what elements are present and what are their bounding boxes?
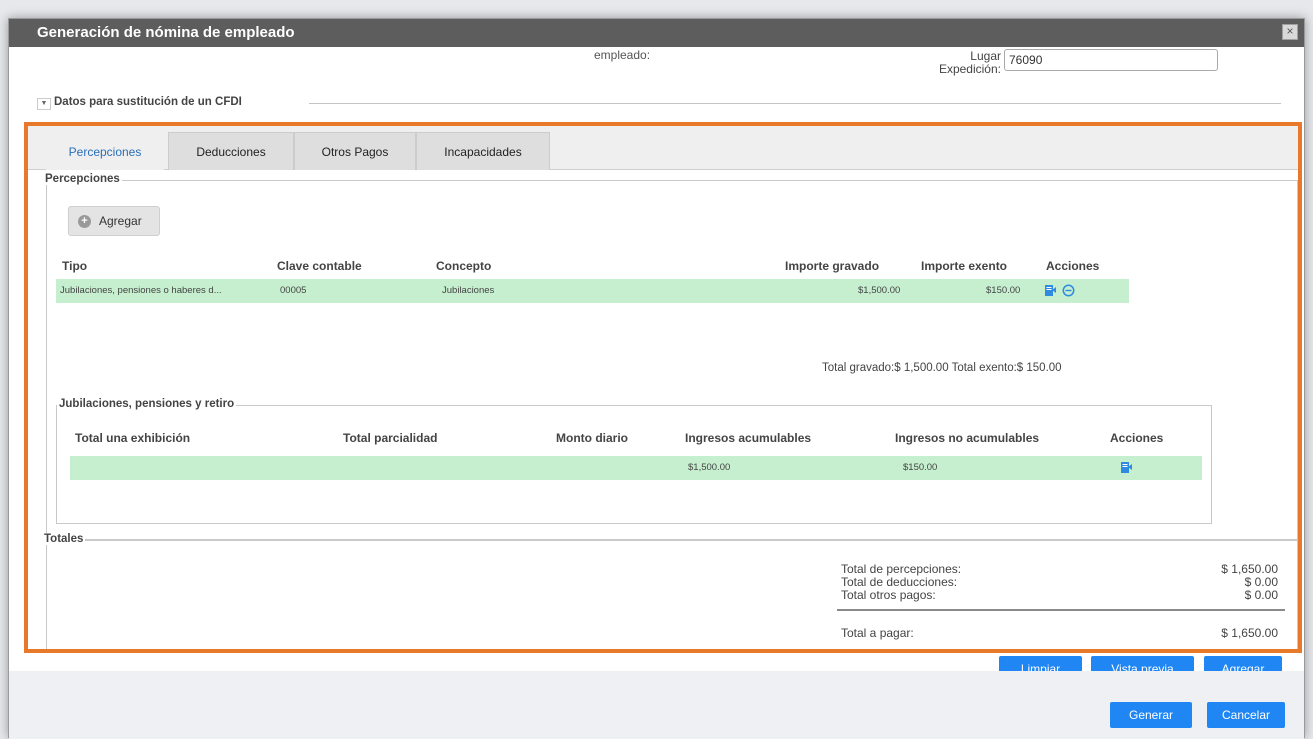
col-acciones: Acciones [1046,259,1100,273]
totals-separator [837,609,1285,611]
totales-fieldset [46,540,1298,649]
edit-icon[interactable] [1044,284,1057,297]
lugar-expedicion-input[interactable] [1004,49,1218,71]
col-importe-gravado: Importe gravado [785,259,880,273]
table-row[interactable]: $1,500.00 $150.00 [70,456,1202,480]
cfdi-section-toggle[interactable]: ▼ Datos para sustitución de un CFDI [37,96,242,110]
col-acciones-jubilaciones: Acciones [1110,431,1164,445]
add-percepcion-label: Agregar [99,214,142,228]
col-clave-contable: Clave contable [277,259,362,273]
row-tipo: Jubilaciones, pensiones o haberes d... [60,285,222,296]
plus-icon: + [78,215,91,228]
row-exento: $150.00 [986,285,1021,296]
row-acumulables: $1,500.00 [688,462,731,473]
lugar-expedicion-label: Lugar Expedición: [938,49,1001,76]
row-no-acumulables: $150.00 [903,462,938,473]
col-tipo: Tipo [62,259,88,273]
empleado-label: empleado: [594,48,651,62]
total-percepciones-label: Total de percepciones: [841,562,962,576]
percepciones-totals: Total gravado:$ 1,500.00 Total exento:$ … [822,362,1062,374]
col-ingresos-acumulables: Ingresos acumulables [685,431,812,445]
total-percepciones-value: $ 1,650.00 [1221,562,1278,576]
tabs-panel: Percepciones Deducciones Otros Pagos Inc… [24,122,1302,653]
total-deducciones-value: $ 0.00 [1244,575,1278,589]
close-icon[interactable]: × [1282,24,1298,40]
jubilaciones-legend: Jubilaciones, pensiones y retiro [57,398,237,410]
percepciones-legend: Percepciones [43,173,122,185]
dialog-title: Generación de nómina de empleado [9,19,1304,47]
totales-legend: Totales [42,533,86,545]
col-monto-diario: Monto diario [556,431,628,445]
add-percepcion-button[interactable]: + Agregar [68,206,160,236]
total-a-pagar-value: $ 1,650.00 [1221,626,1278,640]
total-otros-pagos-label: Total otros pagos: [841,588,936,602]
tab-bar: Percepciones Deducciones Otros Pagos Inc… [28,126,1298,170]
col-total-exhibicion: Total una exhibición [75,431,191,445]
tab-incapacidades[interactable]: Incapacidades [416,132,550,170]
cfdi-section-legend: Datos para sustitución de un CFDI [54,96,242,108]
generar-button[interactable]: Generar [1110,702,1192,728]
total-a-pagar-label: Total a pagar: [841,626,914,640]
collapse-arrow-icon: ▼ [37,98,51,110]
tab-otros-pagos[interactable]: Otros Pagos [294,132,416,170]
col-total-parcialidad: Total parcialidad [343,431,438,445]
table-row[interactable]: Jubilaciones, pensiones o haberes d... 0… [56,279,1129,303]
total-deducciones-label: Total de deducciones: [841,575,958,589]
row-concepto: Jubilaciones [442,285,495,296]
total-otros-pagos-value: $ 0.00 [1244,588,1278,602]
cfdi-divider-right [309,103,1281,104]
row-gravado: $1,500.00 [858,285,901,296]
remove-icon[interactable] [1062,284,1075,297]
col-ingresos-no-acumulables: Ingresos no acumulables [895,431,1040,445]
cancelar-button[interactable]: Cancelar [1207,702,1285,728]
row-clave: 00005 [280,285,307,296]
edit-icon[interactable] [1120,461,1133,474]
col-importe-exento: Importe exento [921,259,1008,273]
tab-deducciones[interactable]: Deducciones [168,132,294,170]
col-concepto: Concepto [436,259,492,273]
payroll-dialog: Generación de nómina de empleado × emple… [8,18,1305,739]
tab-percepciones[interactable]: Percepciones [46,132,164,170]
